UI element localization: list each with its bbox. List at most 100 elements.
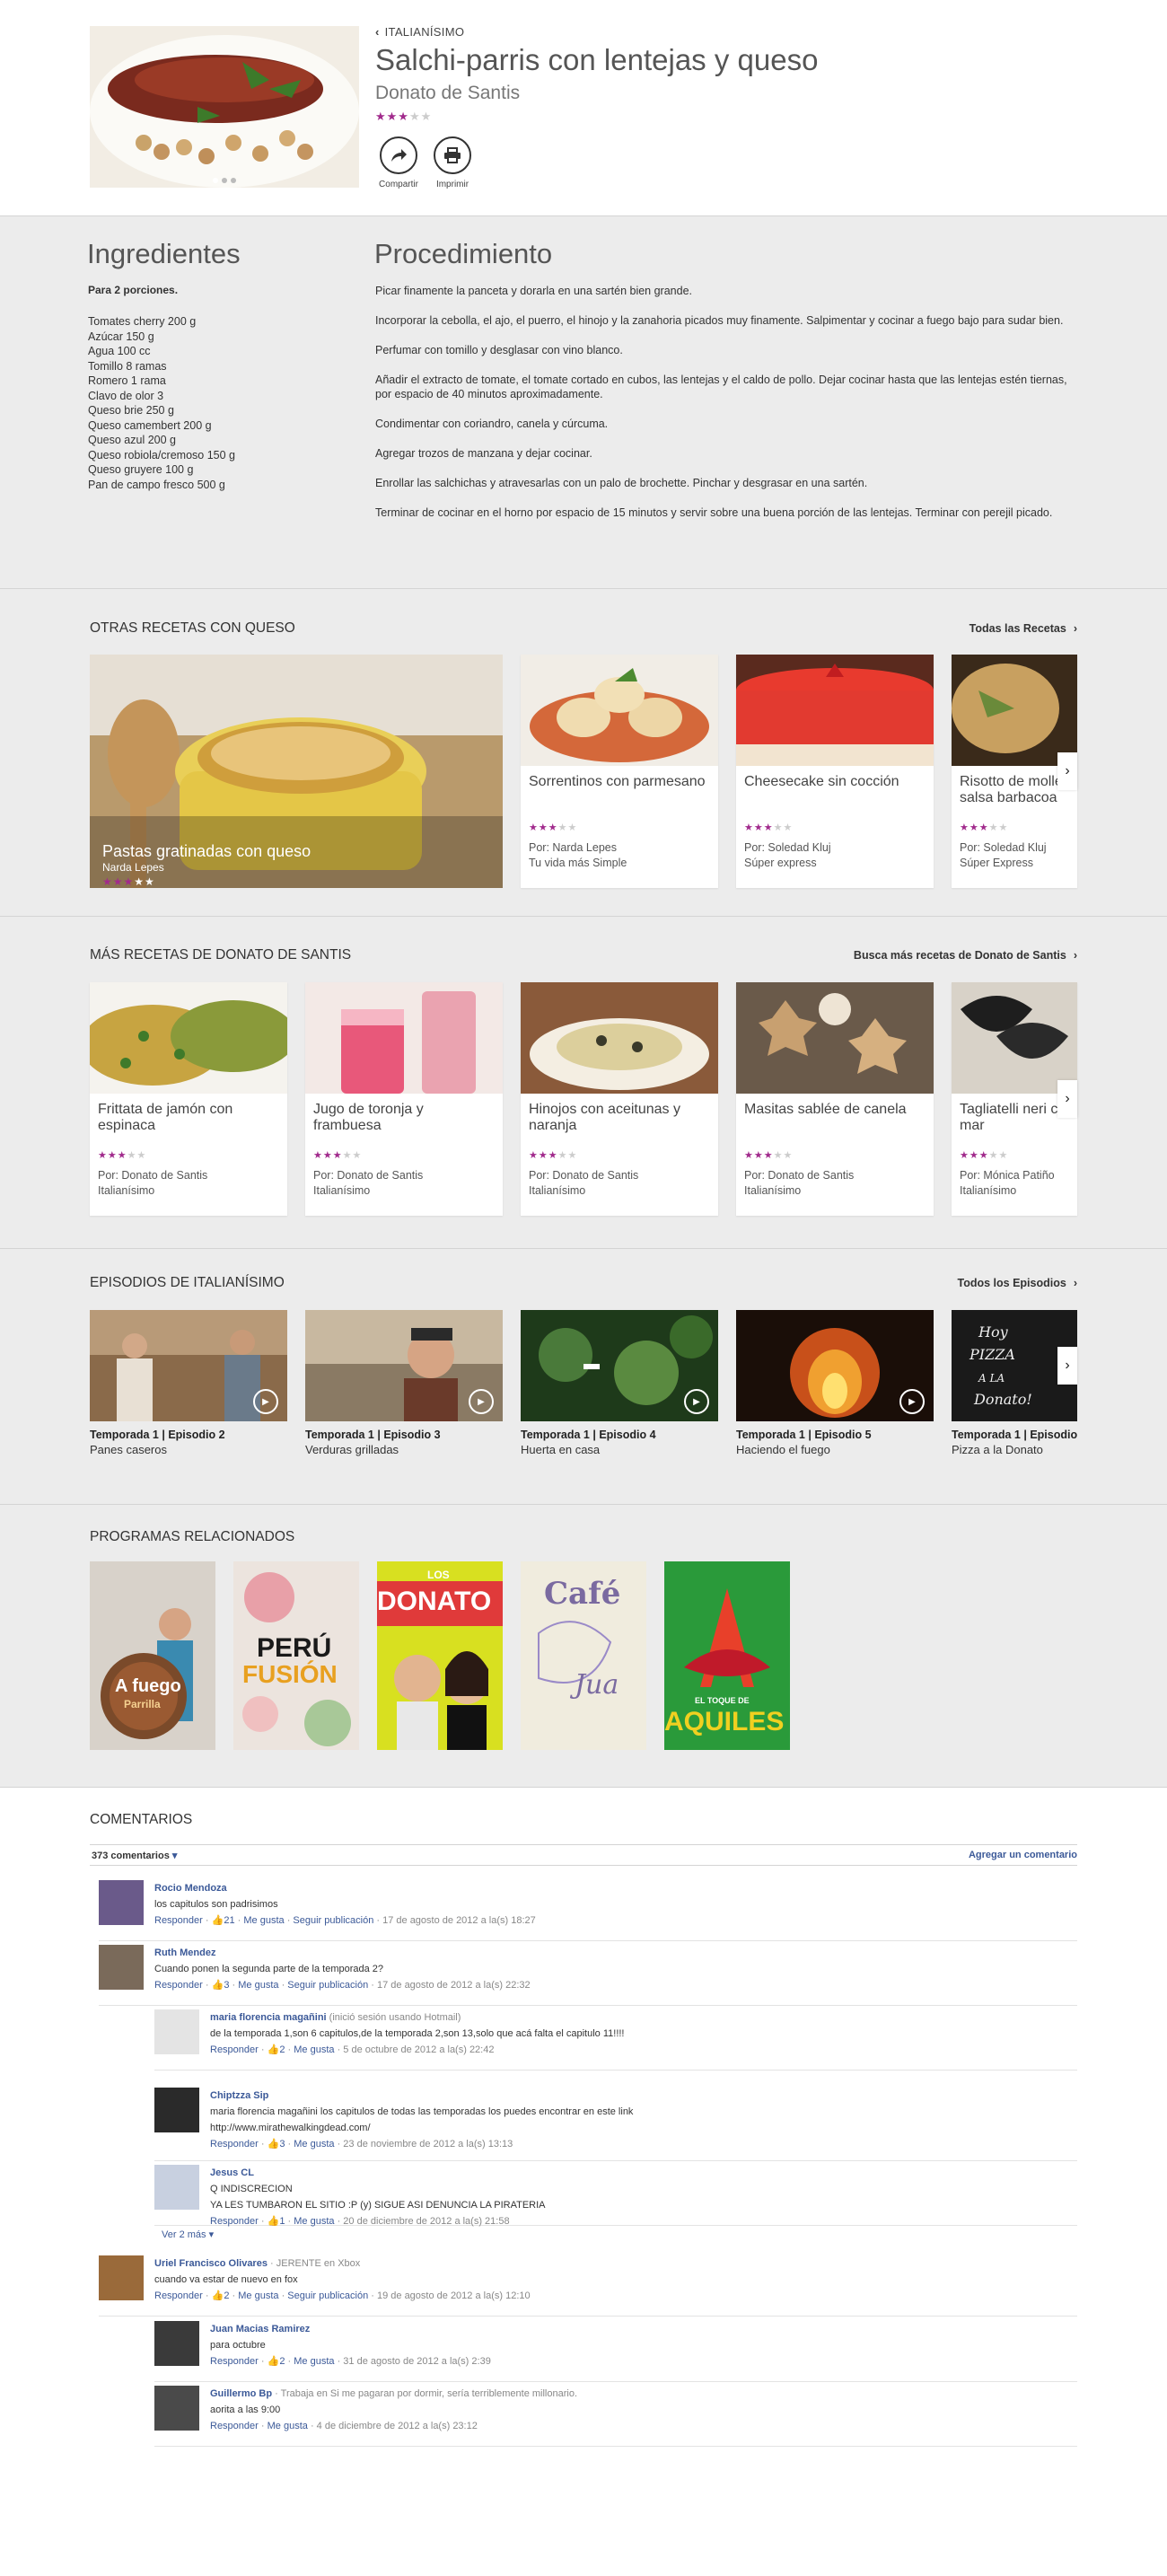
comments-count[interactable]: 373 comentarios ▾	[92, 1850, 177, 1861]
reply-link[interactable]: Responder	[210, 2044, 259, 2055]
like-count[interactable]: 👍3	[268, 2139, 285, 2150]
comment-text: cuando va estar de nuevo en fox	[154, 2274, 298, 2285]
like-link[interactable]: Me gusta	[238, 1980, 278, 1991]
episode-name: Panes caseros	[90, 1443, 167, 1456]
more-replies-link[interactable]: Ver 2 más ▾	[162, 2229, 214, 2240]
share-label: Compartir	[379, 180, 418, 189]
program-poster[interactable]: EL TOQUE DE AQUILES	[664, 1561, 790, 1750]
poster-title: PERÚ	[257, 1633, 332, 1663]
recipe-card[interactable]: Frittata de jamón con espinaca ★★★★★ Por…	[90, 982, 287, 1216]
like-link[interactable]: Me gusta	[294, 2044, 334, 2055]
like-count[interactable]: 👍1	[268, 2216, 285, 2227]
like-link[interactable]: Me gusta	[294, 2216, 334, 2227]
recipe-card[interactable]: Hinojos con aceitunas y naranja ★★★★★ Po…	[521, 982, 718, 1216]
carousel-next-button[interactable]: ›	[1057, 1347, 1077, 1385]
episode-card[interactable]: ▶ Temporada 1 | Episodio 5 Haciendo el f…	[736, 1310, 934, 1456]
follow-link[interactable]: Seguir publicación	[293, 1915, 373, 1926]
comment-author[interactable]: Guillermo Bp	[210, 2388, 272, 2399]
like-count[interactable]: 👍3	[212, 1980, 230, 1991]
follow-link[interactable]: Seguir publicación	[287, 2290, 368, 2301]
comment-author[interactable]: Juan Macias Ramirez	[210, 2324, 310, 2334]
comment-author[interactable]: Ruth Mendez	[154, 1947, 215, 1958]
procedure-step: Agregar trozos de manzana y dejar cocina…	[375, 447, 592, 460]
like-count-value: 1	[279, 2216, 285, 2227]
like-link[interactable]: Me gusta	[268, 2421, 308, 2431]
avatar[interactable]	[99, 2255, 144, 2300]
episode-thumbnail: ▶	[305, 1310, 503, 1421]
comment-author-extra: · JERENTE en Xbox	[270, 2258, 361, 2269]
program-poster[interactable]: Café Jua	[521, 1561, 646, 1750]
reply-link[interactable]: Responder	[210, 2356, 259, 2367]
comment-date: 17 de agosto de 2012 a la(s) 18:27	[382, 1915, 536, 1926]
donato-recipes-link[interactable]: Busca más recetas de Donato de Santis ›	[854, 949, 1077, 962]
like-link[interactable]: Me gusta	[238, 2290, 278, 2301]
reply-link[interactable]: Responder	[154, 2290, 203, 2301]
avatar[interactable]	[154, 2386, 199, 2431]
reply-link[interactable]: Responder	[210, 2421, 259, 2431]
play-icon[interactable]: ▶	[253, 1389, 278, 1414]
comment-author[interactable]: Jesus CL	[210, 2167, 254, 2178]
comment-author[interactable]: Rocio Mendoza	[154, 1883, 227, 1894]
comment-author[interactable]: Chiptzza Sip	[210, 2090, 268, 2101]
like-count-value: 2	[279, 2356, 285, 2367]
comment-author[interactable]: Uriel Francisco Olivares	[154, 2258, 268, 2269]
comment-item: Jesus CL Q INDISCRECION YA LES TUMBARON E…	[154, 2165, 1077, 2227]
recipe-card-show: Italianísimo	[313, 1184, 371, 1197]
episode-card[interactable]: ▶ Temporada 1 | Episodio 4 Huerta en cas…	[521, 1310, 718, 1456]
ingredient-item: Agua 100 cc	[88, 345, 151, 357]
recipe-hero-image	[90, 26, 359, 188]
print-icon	[434, 136, 471, 174]
program-poster[interactable]: A fuego Parrilla	[90, 1561, 215, 1750]
reply-link[interactable]: Responder	[210, 2216, 259, 2227]
like-link[interactable]: Me gusta	[294, 2356, 334, 2367]
avatar[interactable]	[154, 2165, 199, 2210]
like-count[interactable]: 👍2	[268, 2356, 285, 2367]
avatar[interactable]	[154, 2009, 199, 2054]
add-comment-link[interactable]: Agregar un comentario	[969, 1850, 1077, 1860]
rating-stars[interactable]: ★★★★★	[375, 110, 432, 124]
like-count[interactable]: 👍21	[212, 1915, 235, 1926]
play-icon[interactable]: ▶	[899, 1389, 925, 1414]
all-episodes-link[interactable]: Todos los Episodios ›	[958, 1277, 1077, 1289]
recipe-author[interactable]: Donato de Santis	[375, 83, 520, 104]
program-poster[interactable]: PERÚ FUSIÓN	[233, 1561, 359, 1750]
recipe-card[interactable]: Jugo de toronja y frambuesa ★★★★★ Por: D…	[305, 982, 503, 1216]
comment-text: aorita a las 9:00	[210, 2405, 281, 2415]
carousel-next-button[interactable]: ›	[1057, 1080, 1077, 1118]
poster-subtitle: Parrilla	[124, 1698, 161, 1710]
like-count[interactable]: 👍2	[212, 2290, 230, 2301]
reply-link[interactable]: Responder	[210, 2139, 259, 2150]
breadcrumb[interactable]: ‹ ITALIANÍSIMO	[375, 25, 464, 39]
like-count[interactable]: 👍2	[268, 2044, 285, 2055]
rating-stars: ★★★★★	[744, 822, 794, 833]
thumbs-up-icon: 👍	[267, 2139, 280, 2150]
program-poster[interactable]: LOS DONATO	[377, 1561, 503, 1750]
like-link[interactable]: Me gusta	[294, 2139, 334, 2150]
comment-author[interactable]: maria florencia magañini	[210, 2012, 327, 2023]
poster-title: LOS	[427, 1569, 450, 1581]
episode-card[interactable]: ▶ Temporada 1 | Episodio 3 Verduras gril…	[305, 1310, 503, 1456]
share-button[interactable]: Compartir	[372, 136, 426, 189]
ingredient-item: Queso robiola/cremoso 150 g	[88, 448, 235, 462]
like-link[interactable]: Me gusta	[243, 1915, 284, 1926]
recipe-card[interactable]: Masitas sablée de canela ★★★★★ Por: Dona…	[736, 982, 934, 1216]
carousel-next-button[interactable]: ›	[1057, 752, 1077, 790]
episode-label: Temporada 1 | Episodio 5	[736, 1429, 872, 1441]
play-icon[interactable]: ▶	[469, 1389, 494, 1414]
reply-link[interactable]: Responder	[154, 1980, 203, 1991]
episode-card[interactable]: ▶ Temporada 1 | Episodio 2 Panes caseros	[90, 1310, 287, 1456]
all-recipes-link[interactable]: Todas las Recetas ›	[970, 622, 1077, 635]
avatar[interactable]	[99, 1880, 144, 1925]
featured-recipe-card[interactable]: Pastas gratinadas con queso Narda Lepes …	[90, 655, 503, 888]
avatar[interactable]	[99, 1945, 144, 1990]
print-button[interactable]: Imprimir	[426, 136, 479, 189]
avatar[interactable]	[154, 2088, 199, 2132]
recipe-card[interactable]: Sorrentinos con parmesano ★★★★★ Por: Nar…	[521, 655, 718, 888]
reply-link[interactable]: Responder	[154, 1915, 203, 1926]
chevron-right-icon: ›	[1073, 622, 1077, 635]
play-icon[interactable]: ▶	[684, 1389, 709, 1414]
avatar[interactable]	[154, 2321, 199, 2366]
recipe-card[interactable]: Cheesecake sin cocción ★★★★★ Por: Soleda…	[736, 655, 934, 888]
comment-date: 5 de octubre de 2012 a la(s) 22:42	[343, 2044, 495, 2055]
follow-link[interactable]: Seguir publicación	[287, 1980, 368, 1991]
